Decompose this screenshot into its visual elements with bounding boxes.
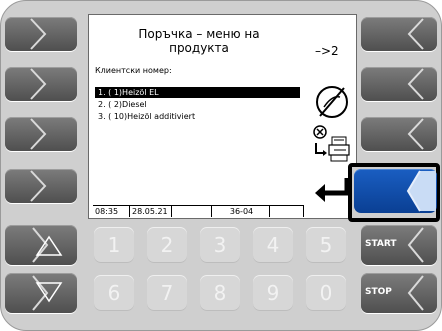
status-field-3	[171, 206, 211, 217]
chevron-right-icon	[30, 170, 47, 202]
display-screen: Поръчка – меню на продукта –>2 Клиентски…	[88, 14, 357, 219]
left-softkey-2[interactable]	[5, 67, 77, 101]
status-date: 28.05.21	[129, 206, 171, 217]
chevron-left-icon	[407, 227, 424, 263]
left-softkey-1[interactable]	[5, 17, 77, 51]
chevron-left-icon	[407, 18, 424, 50]
numpad-key-2[interactable]: 2	[147, 227, 187, 263]
right-softkey-4-active[interactable]	[354, 169, 437, 213]
numpad-key-3[interactable]: 3	[200, 227, 240, 263]
right-softkey-2[interactable]	[361, 67, 437, 101]
page-title: Поръчка – меню на продукта	[89, 27, 309, 55]
status-code: 36-04	[211, 206, 269, 217]
numpad-key-4[interactable]: 4	[253, 227, 293, 263]
chevron-left-icon	[407, 118, 424, 150]
numpad-key-8[interactable]: 8	[200, 275, 240, 311]
circle-slash-icon	[316, 86, 348, 118]
status-time: 08:35	[95, 207, 119, 216]
title-line-1: Поръчка – меню на	[138, 27, 260, 41]
numpad-key-9[interactable]: 9	[253, 275, 293, 311]
stop-key[interactable]: STOP	[361, 273, 437, 313]
title-line-2: продукта	[169, 41, 229, 55]
status-field-5	[269, 206, 304, 217]
numpad-key-1[interactable]: 1	[94, 227, 134, 263]
chevron-right-icon	[30, 18, 47, 50]
page-indicator: –>2	[315, 44, 339, 58]
chevron-right-icon	[30, 118, 47, 150]
chevron-right-icon	[30, 68, 47, 100]
product-item-1[interactable]: 1. ( 1)Heizöl EL	[95, 87, 300, 98]
terminal-frame: Поръчка – меню на продукта –>2 Клиентски…	[0, 0, 442, 331]
numpad-key-7[interactable]: 7	[147, 275, 187, 311]
arrow-up-key[interactable]	[5, 225, 77, 265]
product-item-2[interactable]: 2. ( 2)Diesel	[95, 99, 300, 110]
start-key[interactable]: START	[361, 225, 437, 265]
triangle-up-icon	[32, 227, 63, 263]
arrow-down-key[interactable]	[5, 273, 77, 313]
triangle-down-icon	[32, 275, 63, 311]
right-softkey-3[interactable]	[361, 117, 437, 151]
customer-number-label: Клиентски номер:	[95, 66, 172, 75]
product-item-3[interactable]: 3. ( 10)Heizöl additiviert	[95, 111, 300, 122]
left-softkey-3[interactable]	[5, 117, 77, 151]
left-softkey-4[interactable]	[5, 169, 77, 203]
chevron-left-icon	[407, 68, 424, 100]
numpad-key-5[interactable]: 5	[306, 227, 346, 263]
status-bar: 08:35 28.05.21 36-04	[93, 205, 304, 217]
cancel-print-icon	[313, 125, 350, 162]
chevron-left-icon	[406, 170, 436, 212]
numpad-key-0[interactable]: 0	[306, 275, 346, 311]
right-softkey-1[interactable]	[361, 17, 437, 51]
chevron-left-icon	[407, 275, 424, 311]
numpad-key-6[interactable]: 6	[94, 275, 134, 311]
